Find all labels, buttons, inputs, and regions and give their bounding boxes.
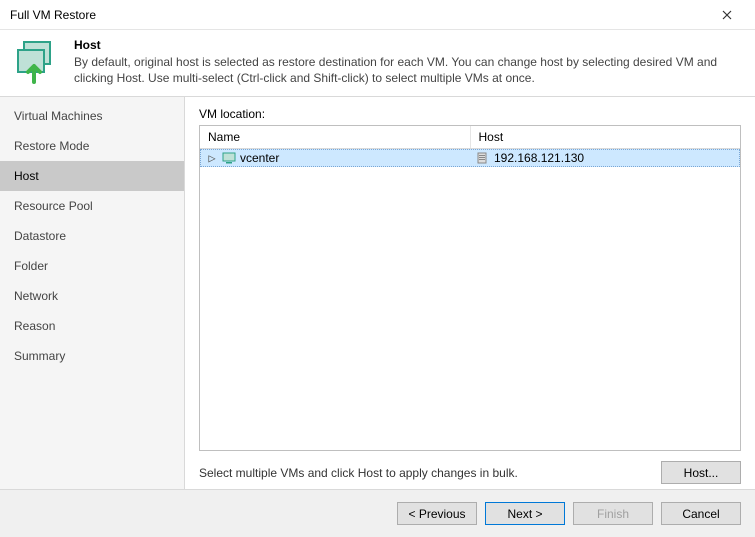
wizard-main-panel: VM location: Name Host ▷ vcenter — [185, 97, 755, 492]
section-label-vm-location: VM location: — [199, 107, 741, 121]
cell-name: ▷ vcenter — [200, 149, 470, 167]
vm-restore-icon — [14, 38, 62, 86]
sidebar-item-folder[interactable]: Folder — [0, 251, 184, 281]
sidebar-item-network[interactable]: Network — [0, 281, 184, 311]
finish-button[interactable]: Finish — [573, 502, 653, 525]
sidebar-item-reason[interactable]: Reason — [0, 311, 184, 341]
sidebar-item-resource-pool[interactable]: Resource Pool — [0, 191, 184, 221]
bulk-hint-text: Select multiple VMs and click Host to ap… — [199, 466, 653, 480]
sidebar-item-summary[interactable]: Summary — [0, 341, 184, 371]
host-icon — [476, 152, 490, 164]
previous-button[interactable]: < Previous — [397, 502, 477, 525]
cell-name-text: vcenter — [240, 151, 279, 165]
expand-toggle-icon[interactable]: ▷ — [206, 151, 218, 165]
window-titlebar: Full VM Restore — [0, 0, 755, 30]
table-row[interactable]: ▷ vcenter 192.168.121.130 — [200, 149, 740, 167]
wizard-footer: < Previous Next > Finish Cancel — [0, 489, 755, 537]
grid-header: Name Host — [200, 126, 740, 149]
cell-host-text: 192.168.121.130 — [494, 151, 584, 165]
wizard-step-description: By default, original host is selected as… — [74, 54, 741, 86]
sidebar-item-restore-mode[interactable]: Restore Mode — [0, 131, 184, 161]
column-header-name[interactable]: Name — [200, 126, 471, 148]
vm-icon — [222, 152, 236, 164]
wizard-steps-sidebar: Virtual Machines Restore Mode Host Resou… — [0, 97, 185, 492]
cancel-button[interactable]: Cancel — [661, 502, 741, 525]
wizard-header: Host By default, original host is select… — [0, 30, 755, 96]
host-button[interactable]: Host... — [661, 461, 741, 484]
column-header-host[interactable]: Host — [471, 126, 741, 148]
window-close-button[interactable] — [707, 0, 747, 30]
close-icon — [722, 10, 732, 20]
next-button[interactable]: Next > — [485, 502, 565, 525]
wizard-step-title: Host — [74, 38, 741, 52]
window-title: Full VM Restore — [10, 8, 707, 22]
cell-host: 192.168.121.130 — [470, 149, 740, 167]
vm-location-grid[interactable]: Name Host ▷ vcenter — [199, 125, 741, 451]
wizard-logo — [14, 38, 62, 86]
sidebar-item-datastore[interactable]: Datastore — [0, 221, 184, 251]
sidebar-item-host[interactable]: Host — [0, 161, 184, 191]
sidebar-item-virtual-machines[interactable]: Virtual Machines — [0, 101, 184, 131]
